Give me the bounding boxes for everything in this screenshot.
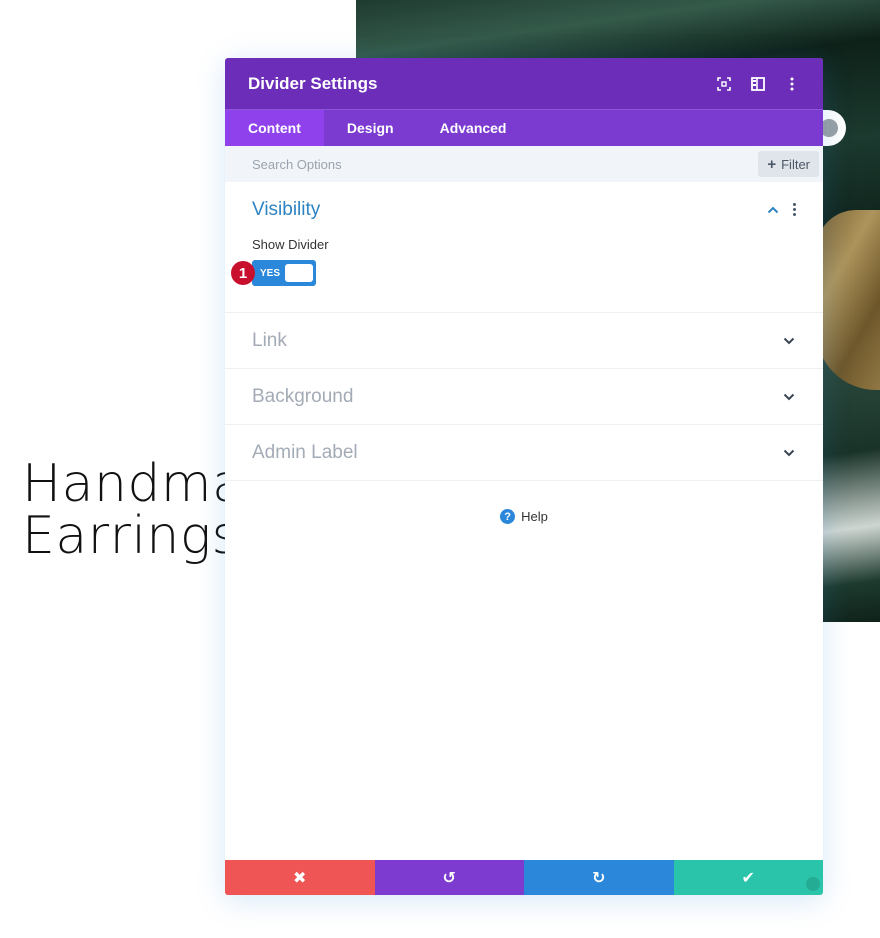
section-visibility: Visibility Show Divider 1 YES [225,182,823,313]
section-title: Link [252,329,287,351]
section-background: Background [225,369,823,425]
modal-title: Divider Settings [248,73,378,93]
section-link: Link [225,313,823,369]
undo-button[interactable]: ↺ [374,860,524,895]
search-bar: + Filter [225,146,823,182]
more-options-icon[interactable] [784,76,800,92]
modal-footer: ✖ ↺ ↻ ✔ [225,860,823,895]
plus-icon: + [767,155,777,173]
section-background-header[interactable]: Background [225,369,823,424]
redo-button[interactable]: ↻ [524,860,674,895]
help-label: Help [521,509,548,524]
step-badge: 1 [231,261,255,285]
chevron-down-icon[interactable] [782,446,796,460]
chevron-up-icon[interactable] [766,203,780,217]
chevron-down-icon[interactable] [782,334,796,348]
toggle-state-label: YES [260,267,281,279]
focus-mode-icon[interactable] [716,76,732,92]
section-title: Visibility [252,198,321,220]
modal-header: Divider Settings [225,58,823,110]
tab-design[interactable]: Design [324,110,417,146]
section-link-header[interactable]: Link [225,313,823,368]
section-admin-label-header[interactable]: Admin Label [225,425,823,480]
show-divider-label: Show Divider [252,237,329,252]
tab-advanced[interactable]: Advanced [417,110,530,146]
section-title: Admin Label [252,441,358,463]
help-link[interactable]: ? Help [225,509,823,524]
redo-icon: ↻ [592,869,606,887]
section-visibility-body: Show Divider 1 YES [225,237,823,312]
filter-button[interactable]: + Filter [758,151,819,177]
show-divider-toggle[interactable]: YES [252,260,316,286]
undo-icon: ↺ [442,869,456,887]
help-icon: ? [500,509,516,524]
filter-label: Filter [781,156,810,172]
section-admin-label: Admin Label [225,425,823,481]
close-icon: ✖ [293,869,307,887]
section-more-icon[interactable] [792,203,796,216]
resize-handle-icon[interactable] [806,877,820,891]
check-icon: ✔ [741,869,755,887]
save-button[interactable]: ✔ [673,860,823,895]
section-title: Background [252,385,354,407]
tab-content[interactable]: Content [225,110,324,146]
header-icons [716,76,800,92]
section-visibility-header[interactable]: Visibility [225,182,823,237]
toggle-knob [285,264,313,282]
split-view-icon[interactable] [750,76,766,92]
divider-settings-modal: Divider Settings Content Design Advanced… [225,58,823,895]
discard-button[interactable]: ✖ [225,860,375,895]
tab-bar: Content Design Advanced [225,110,823,146]
search-options-input[interactable] [252,156,552,172]
chevron-down-icon[interactable] [782,390,796,404]
